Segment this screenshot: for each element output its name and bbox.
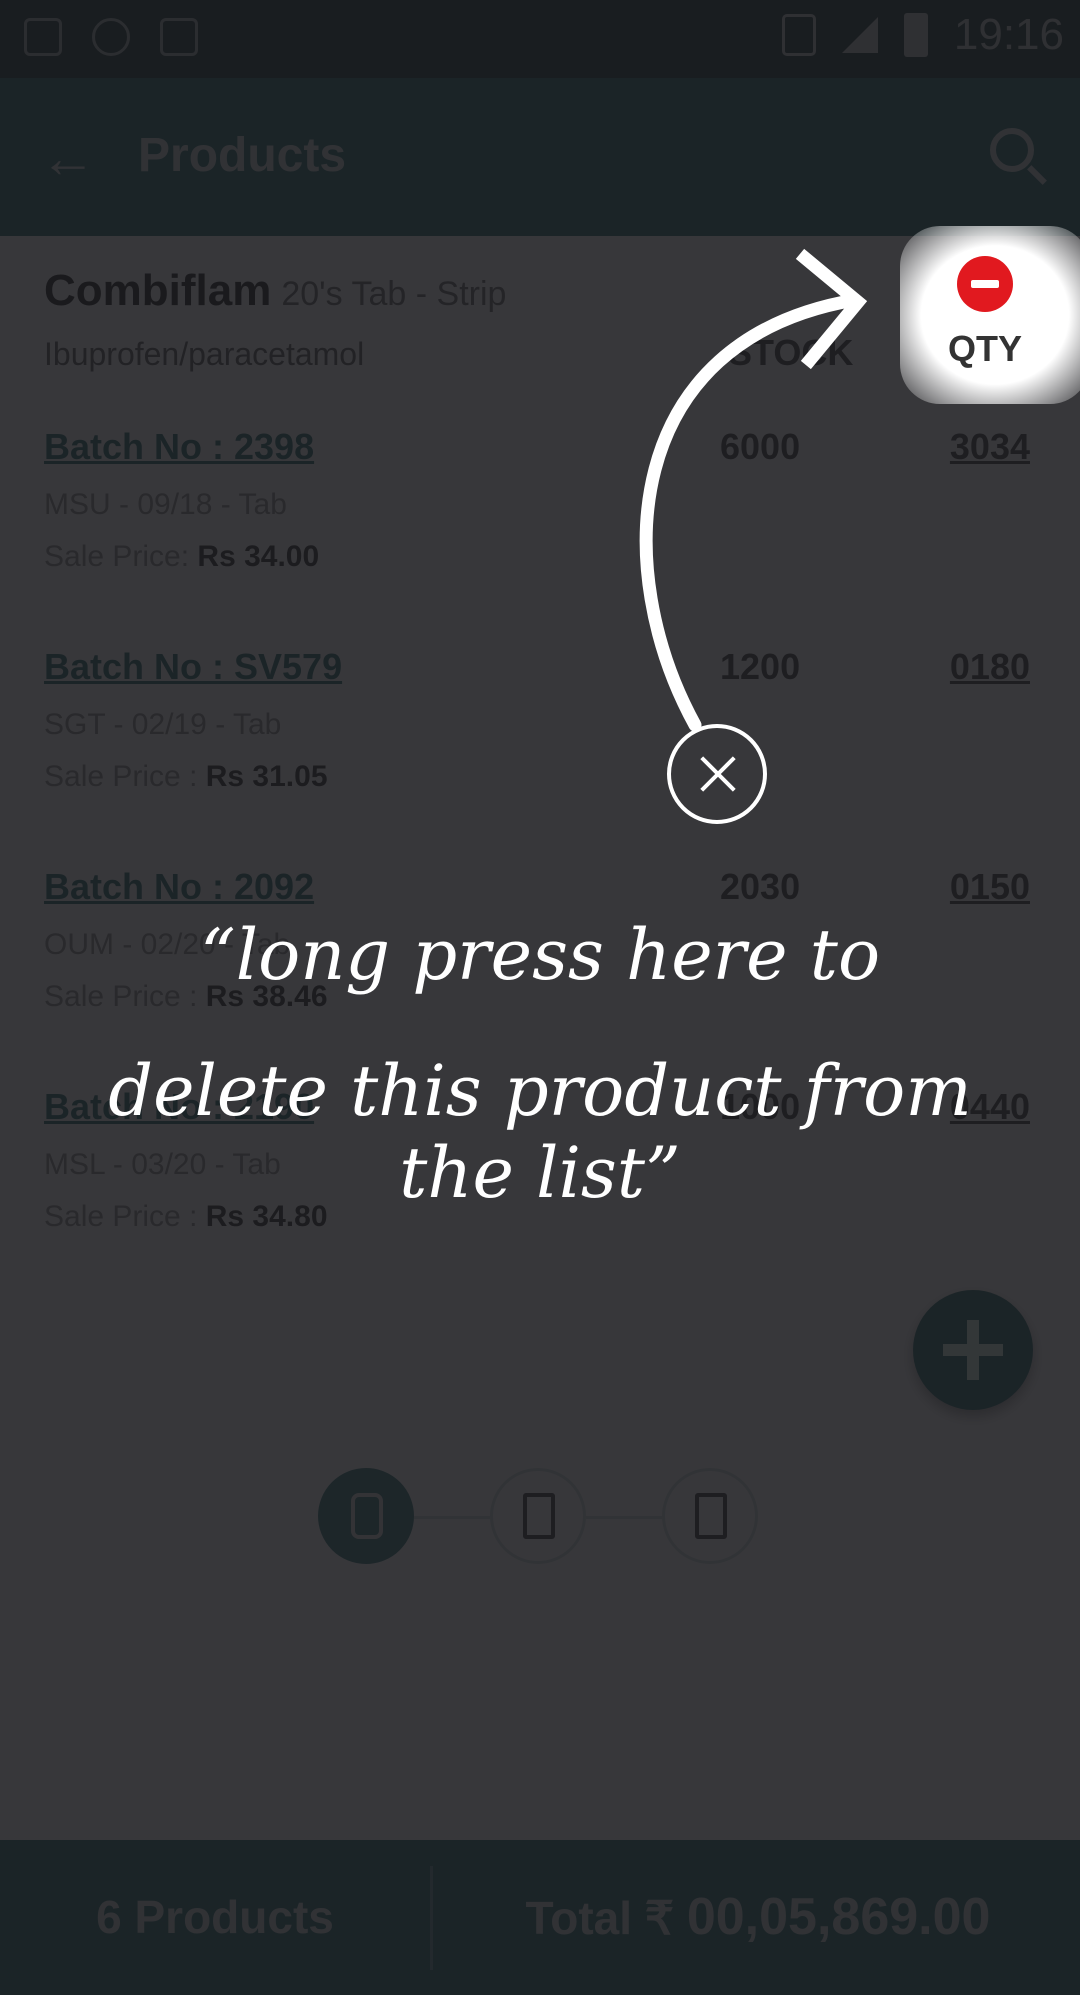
step-connector xyxy=(414,1516,490,1519)
step-products[interactable] xyxy=(318,1468,414,1564)
divider xyxy=(430,1866,433,1970)
batch-price: Sale Price: Rs 34.00 xyxy=(44,540,319,574)
batch-row[interactable]: Batch No : 2398 6000 3034 MSU - 09/18 - … xyxy=(0,426,1080,646)
gallery-notification-icon xyxy=(24,18,62,56)
app-notification-icon xyxy=(92,18,130,56)
status-bar: 19:16 xyxy=(0,0,1080,78)
total-label: Total ₹ xyxy=(525,1892,675,1944)
highlighted-qty-column[interactable]: QTY xyxy=(935,256,1035,370)
batch-number[interactable]: Batch No : SV579 xyxy=(44,646,342,688)
step-connector xyxy=(586,1516,662,1519)
batch-meta: SGT - 02/19 - Tab xyxy=(44,708,282,741)
tutorial-text-line-2: delete this product from the list” xyxy=(108,1050,972,1214)
add-document-icon xyxy=(523,1493,555,1539)
batch-number[interactable]: Batch No : 2092 xyxy=(44,866,314,908)
add-product-button[interactable] xyxy=(913,1290,1033,1410)
close-tutorial-icon[interactable] xyxy=(667,724,767,824)
store-notification-icon xyxy=(160,18,198,56)
vibrate-icon xyxy=(781,14,816,56)
system-icons: 19:16 xyxy=(781,10,1064,60)
product-generic-name: Ibuprofen/paracetamol xyxy=(44,336,365,372)
product-header: Combiflam 20's Tab - Strip xyxy=(44,266,506,316)
sale-price-value: Rs 31.05 xyxy=(205,760,328,793)
batch-qty[interactable]: 0150 xyxy=(950,866,1030,908)
batch-number[interactable]: Batch No : 2398 xyxy=(44,426,314,468)
workflow-steps xyxy=(0,1468,1080,1578)
search-icon[interactable] xyxy=(990,128,1034,172)
batch-stock: 2030 xyxy=(720,866,801,907)
batch-price: Sale Price : Rs 31.05 xyxy=(44,760,328,794)
battery-icon xyxy=(903,13,928,57)
product-name: Combiflam xyxy=(44,266,272,315)
tutorial-arrow-icon xyxy=(639,248,868,732)
page-title: Products xyxy=(138,129,347,182)
products-count: 6 Products xyxy=(96,1891,334,1943)
batch-qty[interactable]: 0180 xyxy=(950,646,1030,688)
order-total: Total ₹ 00,05,869.00 xyxy=(436,1840,1080,1995)
step-invoice[interactable] xyxy=(662,1468,758,1564)
product-detail: Combiflam 20's Tab - Strip Ibuprofen/para… xyxy=(0,236,1080,1840)
sale-price-value: Rs 34.00 xyxy=(197,540,320,573)
remove-product-icon[interactable] xyxy=(957,256,1013,312)
signal-icon xyxy=(841,17,878,53)
total-value: 00,05,869.00 xyxy=(686,1888,991,1946)
qty-column-header: QTY xyxy=(947,328,1022,369)
app-bar: ← Products xyxy=(0,78,1080,236)
step-order[interactable] xyxy=(490,1468,586,1564)
notification-icons xyxy=(24,18,198,56)
sale-price-label: Sale Price: xyxy=(44,540,190,573)
batch-meta: MSU - 09/18 - Tab xyxy=(44,488,287,521)
bottom-summary-bar: 6 Products Total ₹ 00,05,869.00 xyxy=(0,1840,1080,1995)
batch-row[interactable]: Batch No : SV579 1200 0180 SGT - 02/19 -… xyxy=(0,646,1080,866)
sale-price-label: Sale Price : xyxy=(44,760,198,793)
batch-qty[interactable]: 3034 xyxy=(950,426,1030,468)
medicine-bottle-icon xyxy=(351,1493,383,1539)
product-pack: 20's Tab - Strip xyxy=(281,275,507,313)
status-time: 19:16 xyxy=(953,10,1064,59)
back-arrow-icon[interactable]: ← xyxy=(40,130,96,186)
rupee-document-icon xyxy=(695,1493,727,1539)
tutorial-text-line-1: “long press here to xyxy=(199,914,881,996)
